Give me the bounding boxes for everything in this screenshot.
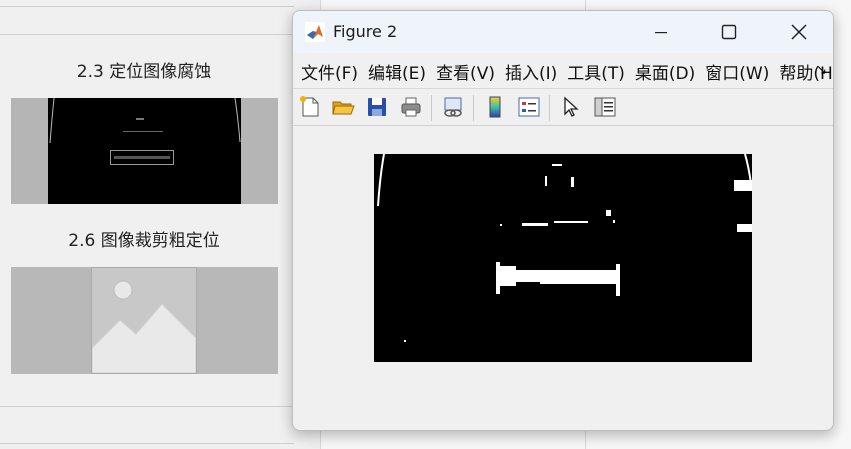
divider (0, 34, 294, 35)
menu-tools[interactable]: 工具(T) (560, 59, 628, 84)
menu-desktop[interactable]: 桌面(D) (628, 59, 698, 84)
matlab-logo-icon (305, 22, 325, 42)
link-plot-icon[interactable] (441, 95, 465, 119)
divider (0, 406, 294, 407)
divider (0, 6, 294, 7)
new-figure-icon[interactable] (298, 95, 322, 119)
menu-insert[interactable]: 插入(I) (498, 59, 560, 84)
menu-view[interactable]: 查看(V) (429, 59, 498, 84)
menu-window[interactable]: 窗口(W) (698, 59, 772, 84)
minimize-button[interactable] (631, 11, 691, 53)
image-placeholder-thumbnail[interactable] (11, 267, 278, 374)
menu-edit[interactable]: 编辑(E) (361, 59, 429, 84)
window-title: Figure 2 (333, 22, 398, 41)
section-caption-crop: 2.6 图像裁剪粗定位 (68, 231, 220, 251)
menu-file[interactable]: 文件(F) (293, 59, 361, 84)
menu-overflow-icon[interactable]: ↘ (816, 63, 827, 78)
pointer-icon[interactable] (559, 95, 583, 119)
minimize-icon (655, 32, 667, 34)
toolbar-separator (473, 95, 474, 121)
open-file-icon[interactable] (331, 95, 355, 119)
toolbar-separator (431, 95, 432, 121)
binary-image-display[interactable] (374, 153, 752, 362)
close-icon (791, 24, 807, 40)
legend-icon[interactable] (517, 95, 541, 119)
figure-toolbar (293, 88, 833, 126)
divider (0, 443, 294, 444)
save-icon[interactable] (365, 95, 389, 119)
maximize-icon (721, 24, 737, 40)
eroded-image-thumbnail[interactable] (11, 98, 278, 204)
toolbar-separator (549, 95, 550, 121)
colorbar-icon[interactable] (483, 95, 507, 119)
figure-window[interactable]: Figure 2 文件(F) 编辑(E) 查看(V) 插入(I) 工具(T) 桌… (292, 10, 834, 431)
close-button[interactable] (769, 11, 829, 53)
image-placeholder-icon (91, 267, 197, 374)
menu-bar: 文件(F) 编辑(E) 查看(V) 插入(I) 工具(T) 桌面(D) 窗口(W… (293, 55, 833, 87)
title-bar[interactable]: Figure 2 (293, 11, 833, 53)
maximize-button[interactable] (699, 11, 759, 53)
print-icon[interactable] (399, 95, 423, 119)
property-editor-icon[interactable] (593, 95, 617, 119)
section-caption-erosion: 2.3 定位图像腐蚀 (76, 62, 212, 82)
